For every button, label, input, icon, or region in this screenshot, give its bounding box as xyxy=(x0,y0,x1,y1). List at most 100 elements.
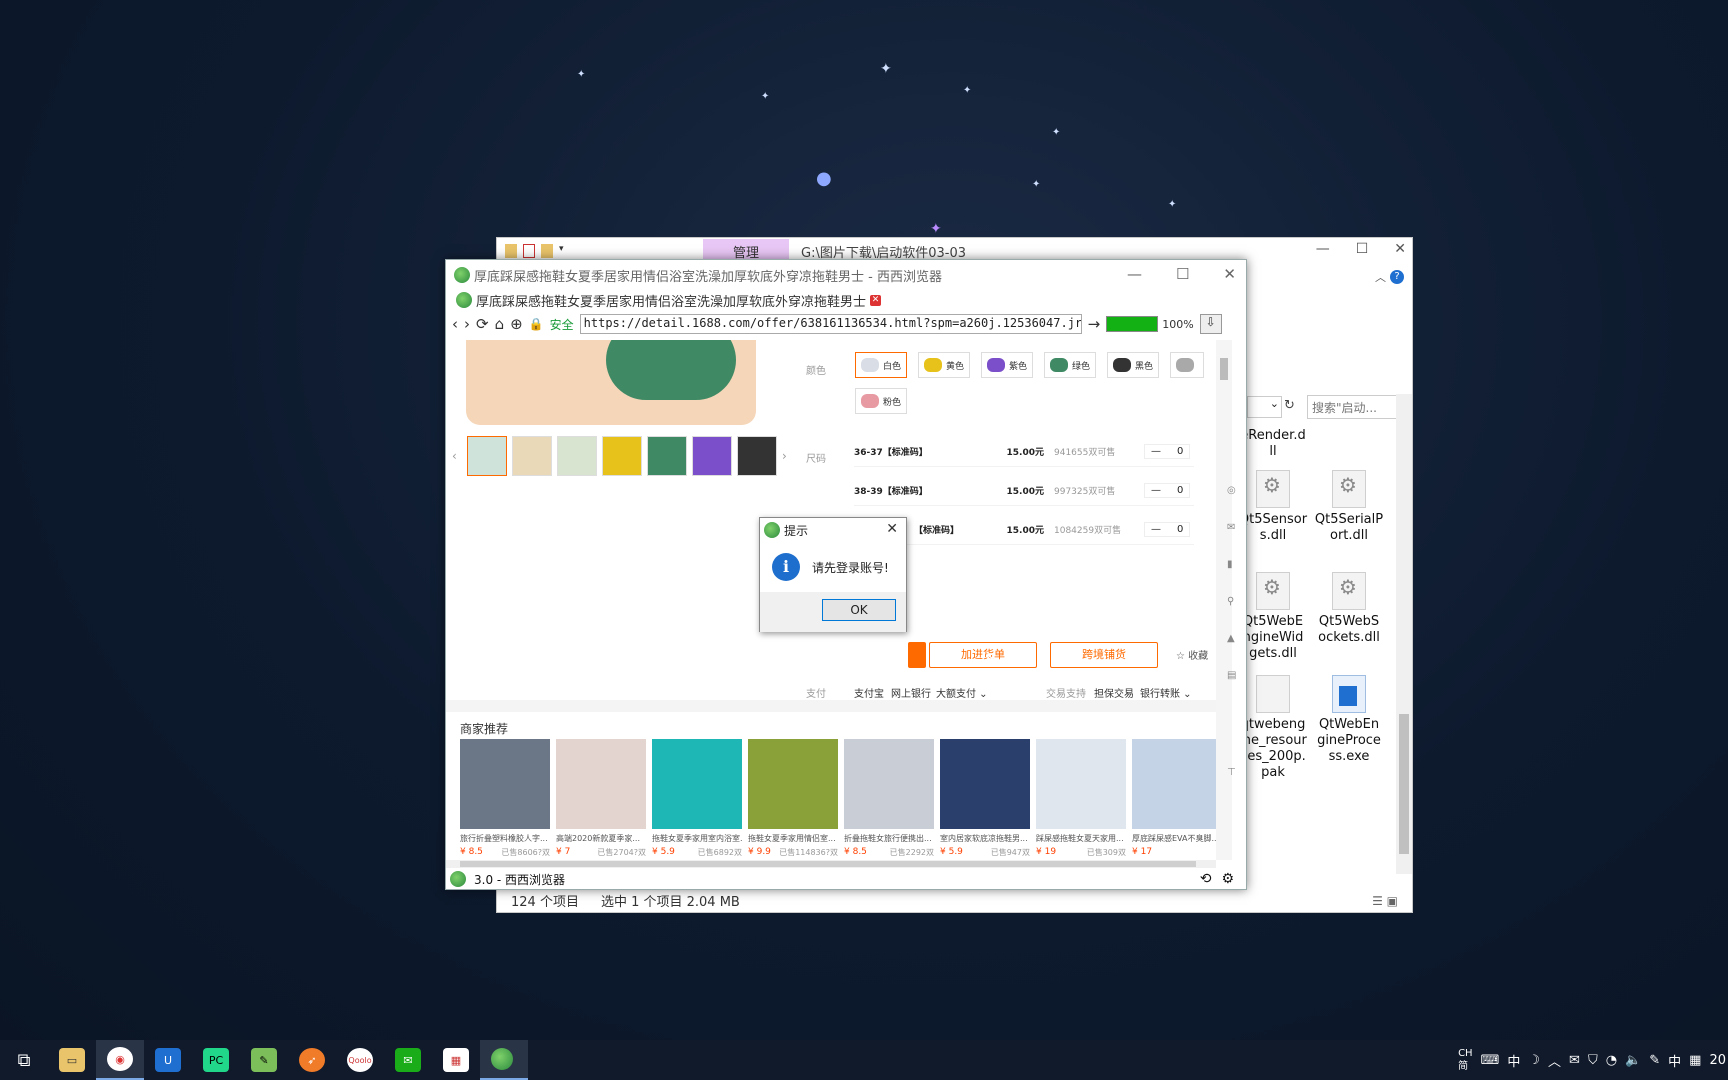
recommend-name[interactable]: 拖鞋女夏季家用室内浴室... xyxy=(652,833,742,844)
minus-icon[interactable]: — xyxy=(1151,524,1161,535)
recommend-name[interactable]: 折叠拖鞋女旅行便携出... xyxy=(844,833,934,844)
recommend-image[interactable] xyxy=(1036,739,1126,829)
bell-icon[interactable]: ▲ xyxy=(1227,633,1236,644)
keyboard-icon[interactable]: ⌨ xyxy=(1481,1053,1500,1068)
url-input[interactable]: https://detail.1688.com/offer/6381611365… xyxy=(579,314,1082,334)
gear-icon[interactable]: ⚙ xyxy=(1221,871,1234,887)
go-icon[interactable]: → xyxy=(1088,315,1101,333)
maximize-icon[interactable]: ☐ xyxy=(1176,265,1189,283)
recommend-item[interactable]: 室内居家软底凉拖鞋男... ¥ 5.9 已售947双 xyxy=(940,739,1030,858)
home-icon[interactable]: ⌂ xyxy=(495,315,505,333)
recommend-item[interactable]: 拖鞋女夏季家用室内浴室... ¥ 5.9 已售6892双 xyxy=(652,739,742,858)
thumbnail[interactable] xyxy=(467,436,507,476)
editor-taskbar-icon[interactable]: ✎ xyxy=(240,1040,288,1080)
task-view-icon[interactable]: ⧉ xyxy=(0,1040,48,1080)
recommend-image[interactable] xyxy=(940,739,1030,829)
thumbnail[interactable] xyxy=(557,436,597,476)
ok-button[interactable]: OK xyxy=(822,599,896,621)
quantity-value[interactable]: 0 xyxy=(1177,485,1183,496)
chrome-taskbar-icon[interactable]: ◉ xyxy=(96,1040,144,1080)
close-icon[interactable]: ✕ xyxy=(1394,241,1406,257)
shield-icon[interactable]: ⛉ xyxy=(1588,1053,1598,1068)
file-item[interactable]: Qt5WebE ngineWid gets.dll xyxy=(1237,572,1309,662)
recommend-item[interactable]: 折叠拖鞋女旅行便携出... ¥ 8.5 已售2292双 xyxy=(844,739,934,858)
file-item[interactable]: Qt5Sensor s.dll xyxy=(1237,470,1309,544)
color-option-white[interactable]: 白色 xyxy=(855,352,908,378)
color-option-pink[interactable]: 粉色 xyxy=(855,388,908,414)
recommend-item[interactable]: 厚底踩屎感EVA不臭脚... ¥ 17 xyxy=(1132,739,1216,857)
recommend-image[interactable] xyxy=(844,739,934,829)
minus-icon[interactable]: — xyxy=(1151,485,1161,496)
app-u-taskbar-icon[interactable]: U xyxy=(144,1040,192,1080)
pen-icon[interactable]: ✎ xyxy=(1649,1053,1660,1068)
back-icon[interactable]: ‹ xyxy=(452,315,458,333)
recommend-image[interactable] xyxy=(556,739,646,829)
add-to-cart-button[interactable]: 加进货单 xyxy=(929,642,1037,668)
pycharm-taskbar-icon[interactable]: PC xyxy=(192,1040,240,1080)
thumb-prev-icon[interactable]: ‹ xyxy=(452,449,462,463)
tab-title[interactable]: 厚底踩屎感拖鞋女夏季居家用情侣浴室洗澡加厚软底外穿凉拖鞋男士 xyxy=(476,291,866,310)
reload-icon[interactable]: ⟳ xyxy=(476,315,489,333)
help-icon[interactable]: ? xyxy=(1390,270,1404,284)
recommend-name[interactable]: 室内居家软底凉拖鞋男... xyxy=(940,833,1030,844)
bookmark-icon[interactable]: ▮ xyxy=(1227,559,1236,570)
volume-icon[interactable]: 🔈 xyxy=(1625,1053,1641,1068)
thumbnail[interactable] xyxy=(512,436,552,476)
cart-icon[interactable]: ⚲ xyxy=(1227,596,1236,607)
thumb-next-icon[interactable]: › xyxy=(782,449,792,463)
ime-mode[interactable]: 中 xyxy=(1507,1051,1520,1070)
qoolo-taskbar-icon[interactable]: Qoolo xyxy=(336,1040,384,1080)
trade-method-dropdown[interactable]: 银行转账 ⌄ xyxy=(1140,685,1192,700)
scrollbar-thumb[interactable] xyxy=(1220,358,1228,380)
thumbnail[interactable] xyxy=(692,436,732,476)
recommend-name[interactable]: 拖鞋女夏季家用情侣室... xyxy=(748,833,838,844)
recommend-item[interactable]: 旅行折叠塑料橡胶人字... ¥ 8.5 已售8606?双 xyxy=(460,739,550,858)
clock[interactable]: 20 xyxy=(1709,1053,1726,1068)
thumbnail[interactable] xyxy=(602,436,642,476)
download-button[interactable]: ⇩ xyxy=(1199,314,1222,334)
page-horizontal-scrollbar[interactable] xyxy=(446,860,1216,868)
color-option-purple[interactable]: 紫色 xyxy=(981,352,1034,378)
quantity-value[interactable]: 0 xyxy=(1177,446,1183,457)
recommend-item[interactable]: 踩屎感拖鞋女夏天家用... ¥ 19 已售309双 xyxy=(1036,739,1126,858)
close-icon[interactable]: ✕ xyxy=(886,521,898,537)
file-item[interactable]: QtWebEn gineProce ss.exe xyxy=(1313,675,1385,765)
collapse-ribbon-icon[interactable]: ︿ xyxy=(1375,269,1386,285)
file-item[interactable]: qtwebeng ine_resour ces_200p. pak xyxy=(1237,675,1309,781)
order-button[interactable] xyxy=(908,642,926,668)
scrollbar-thumb[interactable] xyxy=(460,861,1196,867)
recommend-image[interactable] xyxy=(460,739,550,829)
explorer-search-input[interactable]: 搜索"启动... xyxy=(1307,395,1405,419)
close-icon[interactable]: ✕ xyxy=(1223,265,1236,283)
chevron-up-icon[interactable]: ︿ xyxy=(1548,1051,1561,1070)
service-icon[interactable]: ◎ xyxy=(1227,485,1236,496)
color-option-black[interactable]: 黑色 xyxy=(1107,352,1160,378)
app-orange-taskbar-icon[interactable]: ➶ xyxy=(288,1040,336,1080)
forward-icon[interactable]: › xyxy=(464,315,470,333)
color-option-yellow[interactable]: 黄色 xyxy=(918,352,971,378)
color-option-green[interactable]: 绿色 xyxy=(1044,352,1097,378)
file-explorer-taskbar-icon[interactable]: ▭ xyxy=(48,1040,96,1080)
message-icon[interactable]: ✉ xyxy=(1227,522,1236,533)
recommend-item[interactable]: 拖鞋女夏季家用情侣室... ¥ 9.9 已售114836?双 xyxy=(748,739,838,858)
file-item[interactable]: Qt5SerialP ort.dll xyxy=(1313,470,1385,544)
wechat-tray-icon[interactable]: ✉ xyxy=(1569,1053,1580,1068)
minus-icon[interactable]: — xyxy=(1151,446,1161,457)
recommend-image[interactable] xyxy=(748,739,838,829)
minimize-icon[interactable]: — xyxy=(1127,265,1142,283)
chevron-down-icon[interactable]: ▾ xyxy=(559,244,571,258)
thumbnail[interactable] xyxy=(647,436,687,476)
back-to-top-icon[interactable]: ⊤ xyxy=(1227,767,1236,778)
recommend-image[interactable] xyxy=(652,739,742,829)
recommend-name[interactable]: 踩屎感拖鞋女夏天家用... xyxy=(1036,833,1126,844)
new-folder-icon[interactable] xyxy=(541,244,553,258)
network-icon[interactable]: ◔ xyxy=(1606,1053,1617,1068)
thumbnail[interactable] xyxy=(737,436,777,476)
image-app-taskbar-icon[interactable]: ▦ xyxy=(432,1040,480,1080)
quantity-stepper[interactable]: —0 xyxy=(1144,483,1191,498)
quantity-value[interactable]: 0 xyxy=(1177,524,1183,535)
pay-method-dropdown[interactable]: 大额支付 ⌄ xyxy=(936,685,988,700)
ime-indicator[interactable]: CH 简 xyxy=(1458,1047,1473,1073)
file-item[interactable]: Qt5WebS ockets.dll xyxy=(1313,572,1385,646)
recommend-image[interactable] xyxy=(1132,739,1216,829)
